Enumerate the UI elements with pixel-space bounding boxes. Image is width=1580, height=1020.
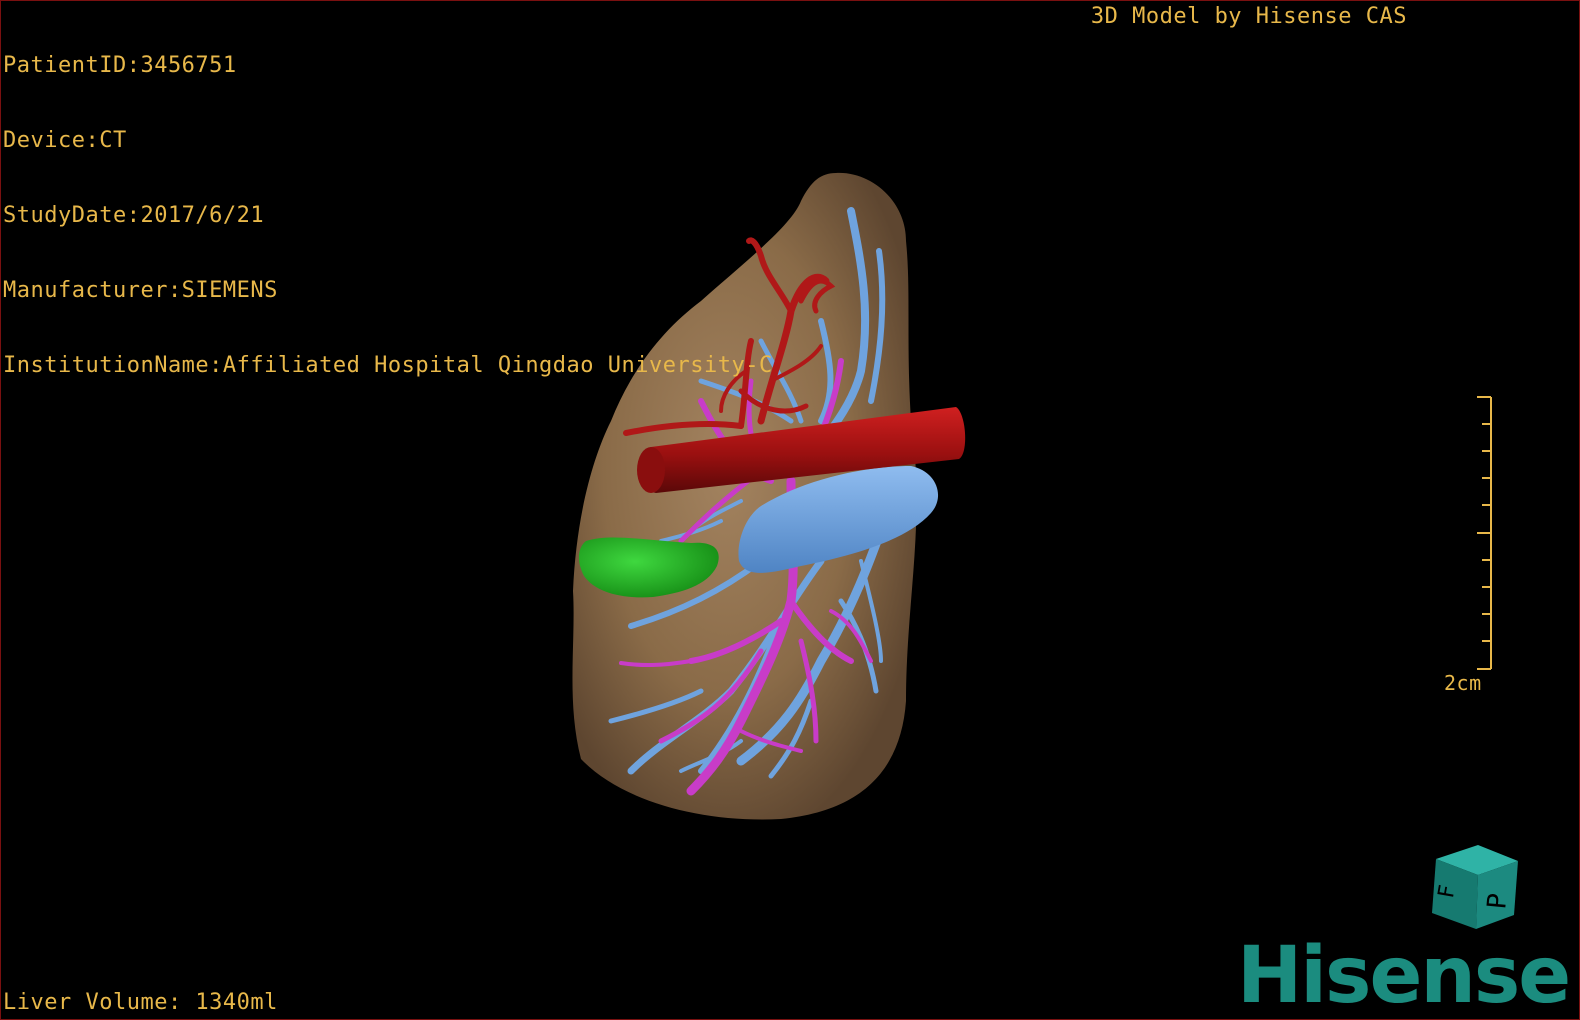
liver-volume: Liver Volume: 1340ml bbox=[3, 990, 278, 1015]
cube-face-p: P bbox=[1482, 892, 1513, 910]
3d-viewport[interactable]: PatientID:3456751 Device:CT StudyDate:20… bbox=[0, 0, 1580, 1020]
institution-name: InstitutionName:Affiliated Hospital Qing… bbox=[3, 353, 773, 378]
scale-bar-label: 2cm bbox=[1444, 671, 1482, 695]
study-info: PatientID:3456751 Device:CT StudyDate:20… bbox=[3, 3, 773, 428]
scale-bar bbox=[1477, 396, 1492, 670]
manufacturer: Manufacturer:SIEMENS bbox=[3, 278, 278, 303]
study-date: StudyDate:2017/6/21 bbox=[3, 203, 265, 228]
hisense-logo: Hisense bbox=[1237, 931, 1571, 1020]
orientation-cube-icon[interactable]: F P bbox=[1426, 839, 1522, 935]
patient-id: PatientID:3456751 bbox=[3, 53, 237, 78]
model-credit: 3D Model by Hisense CAS bbox=[1090, 4, 1407, 29]
device: Device:CT bbox=[3, 128, 127, 153]
